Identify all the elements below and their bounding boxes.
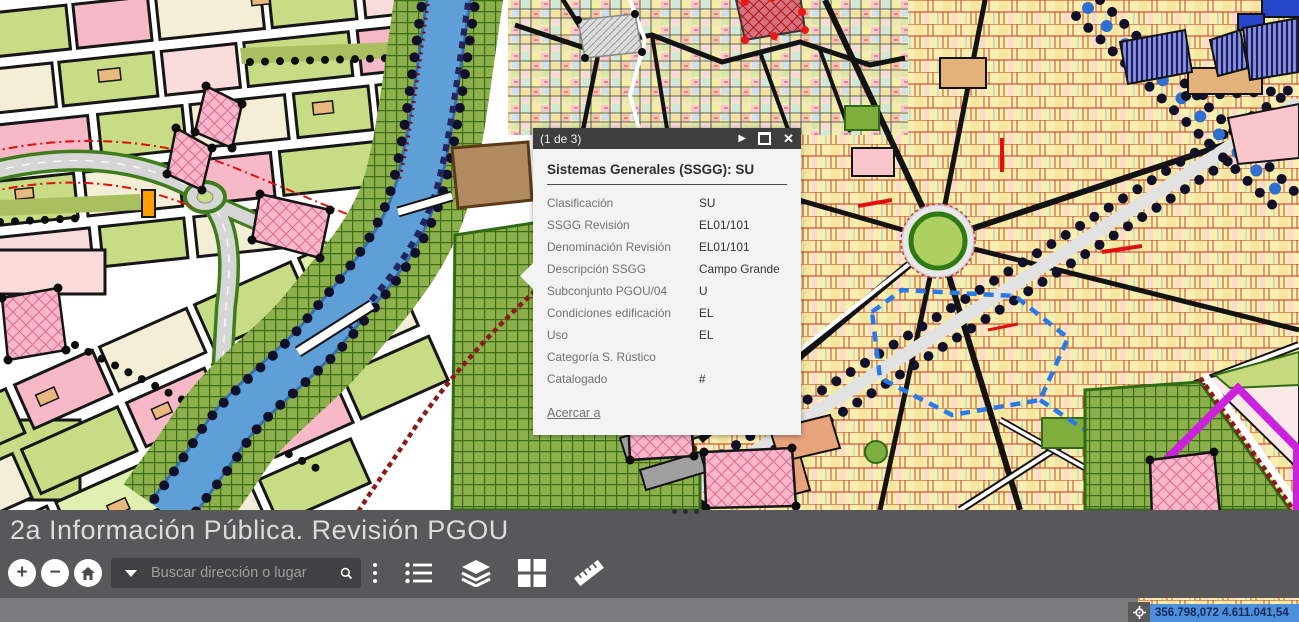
zoom-in-button[interactable]: +	[8, 559, 36, 587]
crosshair-icon[interactable]	[1128, 602, 1150, 622]
attribute-table: ClasificaciónSU SSGG RevisiónEL01/101 De…	[547, 192, 787, 390]
search-icon[interactable]	[340, 565, 353, 582]
home-button[interactable]	[74, 559, 102, 587]
maximize-icon[interactable]	[758, 132, 771, 145]
pink-area	[0, 250, 105, 294]
table-row: ClasificaciónSU	[547, 192, 787, 214]
close-icon[interactable]: ✕	[783, 131, 794, 147]
brown-area	[452, 142, 532, 208]
popup-header[interactable]: (1 de 3) ▶ ✕	[533, 128, 801, 149]
popup-pointer	[520, 263, 533, 289]
legend-button[interactable]	[404, 560, 434, 586]
legend-icon	[404, 560, 434, 586]
zoom-out-button[interactable]: −	[41, 559, 69, 587]
table-row: Categoría S. Rústico	[547, 346, 787, 368]
measure-button[interactable]	[572, 558, 606, 588]
popup-title: Sistemas Generales (SSGG): SU	[547, 160, 787, 184]
popup-body: Sistemas Generales (SSGG): SU Clasificac…	[533, 149, 801, 435]
zoom-to-link[interactable]: Acercar a	[547, 406, 601, 420]
ruler-icon	[572, 558, 606, 588]
search-input[interactable]	[149, 564, 340, 582]
orange-parcel	[142, 190, 155, 217]
bar-drag-handle[interactable]	[672, 509, 699, 514]
basemap-gallery-button[interactable]	[518, 559, 546, 587]
table-row: Subconjunto PGOU/04U	[547, 280, 787, 302]
more-tools-kebab-icon[interactable]	[373, 563, 377, 583]
coordinate-readout: 356.798,072 4.611.041,54	[1150, 604, 1299, 622]
feature-popup: (1 de 3) ▶ ✕ Sistemas Generales (SSGG): …	[533, 128, 801, 435]
table-row: UsoEL	[547, 324, 787, 346]
table-row: SSGG RevisiónEL01/101	[547, 214, 787, 236]
table-row: Condiciones edificaciónEL	[547, 302, 787, 324]
layers-icon	[460, 559, 492, 587]
divider	[547, 184, 787, 185]
popup-pager: (1 de 3)	[540, 132, 581, 146]
gray-hatched-block	[578, 14, 642, 58]
attribution-strip	[0, 598, 1138, 622]
coordinate-widget: 356.798,072 4.611.041,54	[1128, 602, 1299, 622]
search-box	[111, 558, 361, 588]
basemap-grid-icon	[518, 559, 546, 587]
roundabout	[901, 204, 975, 278]
bottom-bar: 2a Información Pública. Revisión PGOU + …	[0, 510, 1299, 598]
toolbar: + −	[8, 558, 619, 588]
home-icon	[80, 566, 96, 581]
next-feature-icon[interactable]: ▶	[738, 133, 746, 144]
search-source-caret-icon[interactable]	[125, 570, 137, 577]
app-title: 2a Información Pública. Revisión PGOU	[10, 515, 509, 546]
layers-button[interactable]	[460, 559, 492, 587]
table-row: Catalogado#	[547, 368, 787, 390]
table-row: Descripción SSGGCampo Grande	[547, 258, 787, 280]
table-row: Denominación RevisiónEL01/101	[547, 236, 787, 258]
